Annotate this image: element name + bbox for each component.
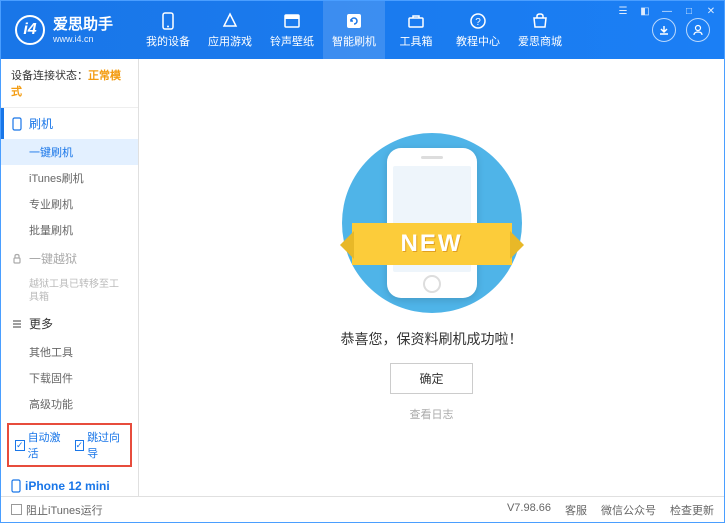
toolbox-icon — [407, 12, 425, 30]
top-nav: 我的设备 应用游戏 铃声壁纸 智能刷机 工具箱 ? 教程中心 — [137, 1, 652, 59]
phone-small-icon — [11, 117, 23, 131]
device-icon — [11, 479, 21, 493]
lock-icon — [11, 253, 23, 265]
help-icon: ? — [469, 12, 487, 30]
checkbox-label: 自动激活 — [28, 429, 65, 461]
close-icon[interactable]: ✕ — [704, 4, 718, 18]
sidebar-item-pro[interactable]: 专业刷机 — [1, 191, 138, 217]
sidebar-section-label: 一键越狱 — [29, 250, 77, 267]
main-content: NEW 恭喜您，保资料刷机成功啦！ 确定 查看日志 — [139, 59, 724, 496]
app-window: ☰ ◧ — □ ✕ i4 爱思助手 www.i4.cn 我的设备 应用游戏 — [0, 0, 725, 523]
nav-label: 我的设备 — [146, 33, 190, 49]
header: ☰ ◧ — □ ✕ i4 爱思助手 www.i4.cn 我的设备 应用游戏 — [1, 1, 724, 59]
nav-label: 教程中心 — [456, 33, 500, 49]
app-url: www.i4.cn — [53, 34, 113, 45]
logo-icon: i4 — [15, 15, 45, 45]
minimize-icon[interactable]: — — [660, 4, 674, 18]
new-banner: NEW — [352, 223, 512, 265]
device-info[interactable]: iPhone 12 mini 64GB Down-12mini-13,1 — [1, 473, 138, 496]
app-name: 爱思助手 — [53, 16, 113, 34]
nav-label: 爱思商城 — [518, 33, 562, 49]
success-illustration: NEW — [322, 133, 542, 313]
version-label: V7.98.66 — [507, 502, 551, 518]
footer: 阻止iTunes运行 V7.98.66 客服 微信公众号 检查更新 — [1, 496, 724, 522]
success-message: 恭喜您，保资料刷机成功啦！ — [341, 329, 523, 349]
phone-icon — [159, 12, 177, 30]
support-link[interactable]: 客服 — [565, 502, 587, 518]
refresh-icon — [345, 12, 363, 30]
apps-icon — [221, 12, 239, 30]
nav-label: 工具箱 — [400, 33, 433, 49]
sidebar-jailbreak-header[interactable]: 一键越狱 — [1, 243, 138, 274]
check-icon: ✓ — [75, 440, 85, 451]
block-itunes-checkbox[interactable] — [11, 504, 22, 515]
nav-label: 智能刷机 — [332, 33, 376, 49]
nav-apps[interactable]: 应用游戏 — [199, 1, 261, 59]
jailbreak-note: 越狱工具已转移至工具箱 — [1, 274, 138, 308]
checkbox-highlight: ✓ 自动激活 ✓ 跳过向导 — [7, 423, 132, 467]
logo: i4 爱思助手 www.i4.cn — [1, 15, 127, 45]
block-itunes-label: 阻止iTunes运行 — [26, 502, 103, 518]
svg-text:?: ? — [475, 17, 481, 28]
sidebar: 设备连接状态：正常模式 刷机 一键刷机 iTunes刷机 专业刷机 批量刷机 一… — [1, 59, 139, 496]
checkbox-label: 跳过向导 — [87, 429, 124, 461]
device-name: iPhone 12 mini — [25, 479, 110, 493]
nav-flash[interactable]: 智能刷机 — [323, 1, 385, 59]
skin-icon[interactable]: ◧ — [638, 4, 652, 18]
update-link[interactable]: 检查更新 — [670, 502, 714, 518]
view-log-link[interactable]: 查看日志 — [410, 406, 454, 422]
nav-wallpaper[interactable]: 铃声壁纸 — [261, 1, 323, 59]
sidebar-more-header[interactable]: 更多 — [1, 308, 138, 339]
ok-button[interactable]: 确定 — [390, 363, 472, 394]
menu-lines-icon — [11, 318, 23, 330]
title-controls: ☰ ◧ — □ ✕ — [616, 4, 718, 18]
user-button[interactable] — [686, 18, 710, 42]
sidebar-item-oneclick[interactable]: 一键刷机 — [1, 139, 138, 165]
sidebar-item-batch[interactable]: 批量刷机 — [1, 217, 138, 243]
check-icon: ✓ — [15, 440, 25, 451]
sidebar-item-other[interactable]: 其他工具 — [1, 339, 138, 365]
sidebar-item-advanced[interactable]: 高级功能 — [1, 391, 138, 417]
nav-toolbox[interactable]: 工具箱 — [385, 1, 447, 59]
wechat-link[interactable]: 微信公众号 — [601, 502, 656, 518]
sidebar-section-label: 更多 — [29, 315, 53, 332]
maximize-icon[interactable]: □ — [682, 4, 696, 18]
wallpaper-icon — [283, 12, 301, 30]
nav-tutorials[interactable]: ? 教程中心 — [447, 1, 509, 59]
store-icon — [531, 12, 549, 30]
sidebar-item-itunes[interactable]: iTunes刷机 — [1, 165, 138, 191]
connection-status: 设备连接状态：正常模式 — [1, 59, 138, 108]
nav-store[interactable]: 爱思商城 — [509, 1, 571, 59]
menu-icon[interactable]: ☰ — [616, 4, 630, 18]
auto-activate-checkbox[interactable]: ✓ 自动激活 — [15, 429, 65, 461]
nav-my-device[interactable]: 我的设备 — [137, 1, 199, 59]
nav-label: 应用游戏 — [208, 33, 252, 49]
sidebar-item-download[interactable]: 下载固件 — [1, 365, 138, 391]
download-button[interactable] — [652, 18, 676, 42]
skip-wizard-checkbox[interactable]: ✓ 跳过向导 — [75, 429, 125, 461]
sidebar-flash-header[interactable]: 刷机 — [1, 108, 138, 139]
nav-label: 铃声壁纸 — [270, 33, 314, 49]
sidebar-section-label: 刷机 — [29, 115, 53, 132]
